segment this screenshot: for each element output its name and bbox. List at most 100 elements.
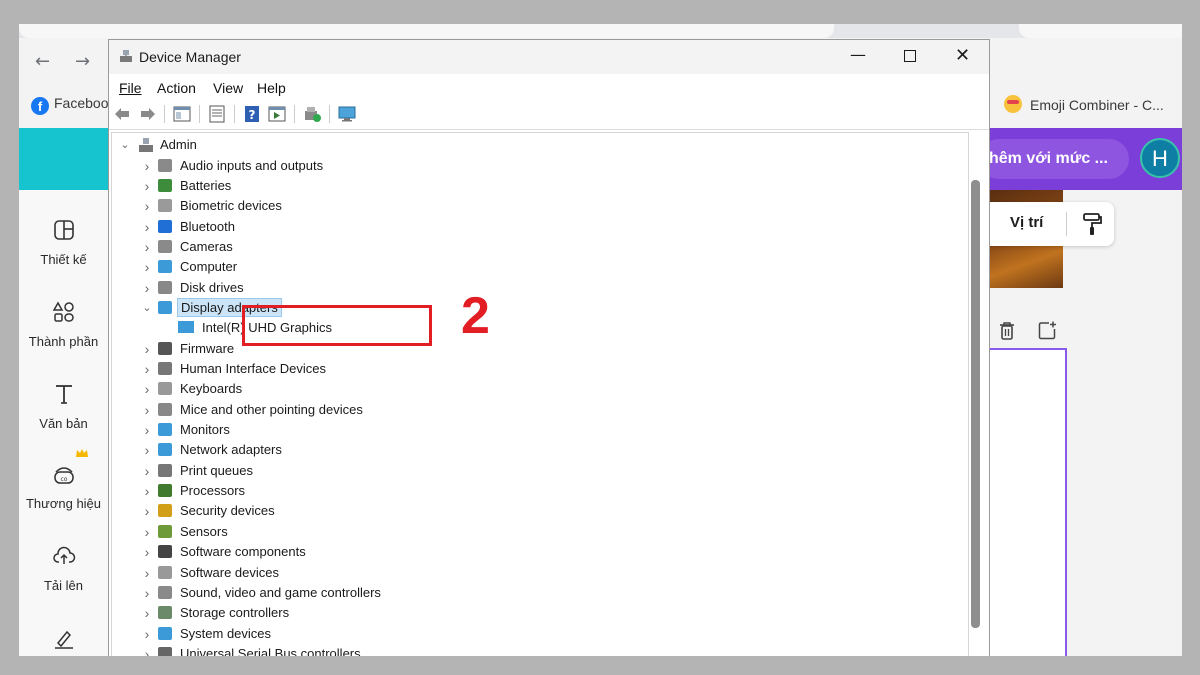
bookmark-label: Emoji Combiner - C...	[1030, 97, 1164, 113]
menu-view[interactable]: View	[213, 80, 243, 96]
trash-icon[interactable]	[998, 321, 1016, 341]
system-icon	[158, 626, 172, 640]
update-driver-icon[interactable]	[303, 105, 321, 123]
sidebar-item-label: Văn bản	[39, 416, 88, 431]
close-icon[interactable]: ✕	[955, 45, 970, 66]
sound-icon	[158, 585, 172, 599]
toolbar: ?	[109, 99, 989, 130]
paint-roller-icon[interactable]	[1081, 212, 1103, 236]
chevron-right-icon[interactable]: ›	[142, 522, 152, 542]
show-hide-console-icon[interactable]	[173, 105, 191, 123]
screen: ← → f Faceboo Emoji Combiner - C... hêm v…	[19, 24, 1182, 656]
processor-icon	[158, 484, 172, 498]
emoji-icon	[1004, 95, 1022, 113]
menu-file[interactable]: File	[119, 80, 142, 96]
sidebar-item-brand[interactable]: co Thương hiệu	[19, 449, 108, 511]
step-number: 2	[461, 287, 490, 345]
chevron-right-icon[interactable]: ›	[142, 583, 152, 603]
chevron-right-icon[interactable]: ›	[142, 176, 152, 196]
device-category-label: Mice and other pointing devices	[180, 401, 363, 417]
scan-hardware-icon[interactable]	[338, 105, 356, 123]
help-icon[interactable]: ?	[243, 105, 261, 123]
menu-help[interactable]: Help	[257, 80, 286, 96]
chevron-right-icon[interactable]: ›	[142, 501, 152, 521]
chevron-right-icon[interactable]: ›	[142, 644, 152, 656]
sidebar-item-label: Thành phần	[28, 334, 99, 349]
sidebar-item-elements[interactable]: Thành phần	[19, 300, 108, 349]
device-category-label: Sensors	[180, 523, 228, 539]
bookmark-emoji-combiner[interactable]: Emoji Combiner - C...	[1004, 95, 1164, 113]
properties-icon[interactable]	[208, 105, 226, 123]
chevron-right-icon[interactable]: ›	[142, 339, 152, 359]
chevron-right-icon[interactable]: ›	[142, 156, 152, 176]
divider	[1066, 212, 1067, 236]
canva-sidebar: Thiết kế Thành phần Văn bản co Thương hi…	[19, 190, 108, 656]
device-category-label: Software devices	[180, 564, 279, 580]
security-icon	[158, 504, 172, 518]
sidebar-item-design[interactable]: Thiết kế	[19, 218, 108, 267]
browser-tab[interactable]	[1019, 24, 1182, 38]
device-manager-app-icon	[120, 50, 132, 62]
add-page-icon[interactable]	[1038, 321, 1057, 340]
printer-icon	[158, 463, 172, 477]
forward-arrow-icon[interactable]	[139, 105, 157, 123]
firmware-icon	[158, 341, 172, 355]
chevron-down-icon[interactable]: ⌄	[142, 298, 152, 318]
back-arrow-icon[interactable]	[113, 105, 131, 123]
menu-action[interactable]: Action	[157, 80, 196, 96]
camera-icon	[158, 239, 172, 253]
sidebar-item-text[interactable]: Văn bản	[19, 382, 108, 431]
scrollbar-thumb[interactable]	[971, 180, 980, 628]
chevron-right-icon[interactable]: ›	[142, 400, 152, 420]
chevron-right-icon[interactable]: ›	[142, 359, 152, 379]
draw-icon	[54, 630, 73, 649]
chevron-right-icon[interactable]: ›	[142, 196, 152, 216]
device-tree: ⌄ Admin › Audio inputs and outputs › Batter…	[111, 132, 969, 656]
device-category-label: Biometric devices	[180, 198, 282, 214]
chevron-right-icon[interactable]: ›	[142, 624, 152, 644]
sidebar-item-upload[interactable]: Tải lên	[19, 544, 108, 593]
facebook-icon: f	[31, 97, 49, 115]
canva-header-search[interactable]: hêm với mức ...	[979, 139, 1129, 179]
chevron-right-icon[interactable]: ›	[142, 440, 152, 460]
toolbar-separator	[234, 105, 235, 123]
position-button[interactable]: Vị trí	[1010, 214, 1043, 231]
chevron-right-icon[interactable]: ›	[142, 237, 152, 257]
chevron-right-icon[interactable]: ›	[142, 257, 152, 277]
chevron-right-icon[interactable]: ›	[142, 461, 152, 481]
chevron-right-icon[interactable]: ›	[142, 379, 152, 399]
network-icon	[158, 443, 172, 457]
maximize-icon[interactable]	[904, 50, 916, 62]
chevron-right-icon[interactable]: ›	[142, 603, 152, 623]
software-component-icon	[158, 545, 172, 559]
action-pane-icon[interactable]	[268, 105, 286, 123]
chevron-right-icon[interactable]: ›	[142, 542, 152, 562]
sidebar-item-label: Thương hiệu	[25, 496, 102, 511]
device-category-label: Network adapters	[180, 442, 282, 458]
forward-icon[interactable]: →	[75, 51, 90, 72]
chevron-right-icon[interactable]: ›	[142, 481, 152, 501]
device-category-label: Universal Serial Bus controllers	[180, 645, 361, 656]
device-category-label: Computer	[180, 259, 238, 275]
chevron-down-icon[interactable]: ⌄	[120, 135, 130, 155]
sidebar-item-draw[interactable]	[19, 626, 108, 650]
software-device-icon	[158, 565, 172, 579]
window-title: Device Manager	[139, 49, 241, 65]
toolbar-separator	[294, 105, 295, 123]
browser-tab[interactable]	[19, 24, 834, 38]
computer-icon	[158, 260, 172, 274]
chevron-right-icon[interactable]: ›	[142, 278, 152, 298]
chevron-right-icon[interactable]: ›	[142, 563, 152, 583]
device-category-label: System devices	[180, 625, 272, 641]
toolbar-separator	[199, 105, 200, 123]
bookmark-facebook[interactable]: f Faceboo	[31, 95, 108, 115]
usb-icon	[158, 646, 172, 656]
battery-icon	[158, 178, 172, 192]
minimize-icon[interactable]: —	[850, 45, 866, 64]
avatar[interactable]: H	[1140, 138, 1180, 178]
bookmark-label: Faceboo	[54, 95, 109, 111]
chevron-right-icon[interactable]: ›	[142, 217, 152, 237]
chevron-right-icon[interactable]: ›	[142, 420, 152, 440]
back-icon[interactable]: ←	[35, 51, 50, 72]
title-bar: Device Manager — ✕	[109, 40, 989, 74]
